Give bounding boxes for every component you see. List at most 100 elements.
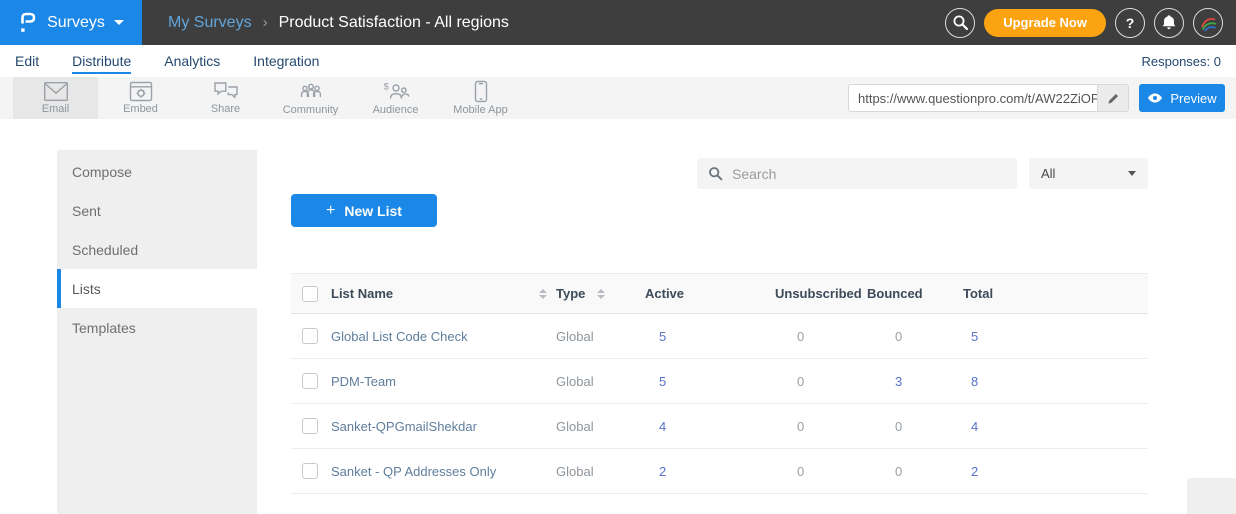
cell-active[interactable]: 5: [659, 374, 666, 389]
tab-distribute[interactable]: Distribute: [72, 48, 131, 74]
channel-audience[interactable]: $ Audience: [353, 77, 438, 119]
channel-label: Community: [283, 104, 339, 116]
search-button[interactable]: [945, 8, 975, 38]
chevron-down-icon: [1128, 171, 1136, 176]
sidebar-item-lists[interactable]: Lists: [57, 269, 257, 308]
list-type: Global: [556, 329, 594, 344]
search-icon: [952, 14, 969, 31]
row-checkbox[interactable]: [302, 463, 318, 479]
channel-share[interactable]: Share: [183, 77, 268, 119]
table-row: Global List Code Check Global 5 0 0 5: [291, 314, 1148, 359]
survey-url-zone: Preview: [848, 77, 1236, 119]
cell-active[interactable]: 4: [659, 419, 666, 434]
channel-email[interactable]: Email: [13, 77, 98, 119]
list-type: Global: [556, 419, 594, 434]
help-button[interactable]: ?: [1115, 8, 1145, 38]
new-list-button[interactable]: + New List: [291, 194, 437, 227]
list-name-link[interactable]: PDM-Team: [331, 374, 396, 389]
list-name-link[interactable]: Global List Code Check: [331, 329, 468, 344]
table-header-row: List Name Type Active: [291, 274, 1148, 314]
sidebar-item-scheduled[interactable]: Scheduled: [57, 230, 257, 269]
cell-total[interactable]: 8: [971, 374, 978, 389]
column-header-total: Total: [963, 274, 1148, 314]
list-filter-dropdown[interactable]: All: [1029, 158, 1148, 189]
list-controls: All: [291, 158, 1148, 189]
row-checkbox[interactable]: [302, 373, 318, 389]
cell-total[interactable]: 5: [971, 329, 978, 344]
search-icon: [708, 166, 723, 181]
cell-bounced: 0: [895, 464, 902, 479]
top-header: Surveys My Surveys › Product Satisfactio…: [0, 0, 1236, 45]
preview-label: Preview: [1170, 91, 1216, 106]
avatar: [1198, 13, 1218, 33]
list-search-input[interactable]: [732, 166, 1006, 182]
channel-community[interactable]: Community: [268, 77, 353, 119]
tab-edit[interactable]: Edit: [15, 48, 39, 74]
column-header-unsubscribed: Unsubscribed: [775, 274, 867, 314]
cell-active[interactable]: 2: [659, 464, 666, 479]
questionpro-app: Surveys My Surveys › Product Satisfactio…: [0, 0, 1236, 514]
survey-tabbar: Edit Distribute Analytics Integration Re…: [0, 45, 1236, 77]
channel-mobile-app[interactable]: Mobile App: [438, 77, 523, 119]
cell-unsubscribed: 0: [797, 419, 804, 434]
cell-total[interactable]: 4: [971, 419, 978, 434]
preview-button[interactable]: Preview: [1139, 84, 1225, 112]
channel-label: Mobile App: [453, 104, 507, 116]
sidebar-item-sent[interactable]: Sent: [57, 191, 257, 230]
table-row: Sanket - QP Addresses Only Global 2 0 0 …: [291, 449, 1148, 494]
row-checkbox[interactable]: [302, 328, 318, 344]
sort-icon[interactable]: [539, 289, 547, 299]
questionpro-logo-icon: [18, 10, 38, 35]
breadcrumb-separator: ›: [263, 14, 268, 31]
sidebar-item-compose[interactable]: Compose: [57, 152, 257, 191]
embed-icon: [129, 81, 153, 102]
sidebar-item-templates[interactable]: Templates: [57, 308, 257, 347]
header-actions: Upgrade Now ?: [945, 8, 1236, 38]
list-table-body: Global List Code Check Global 5 0 0 5 PD…: [291, 314, 1148, 494]
pencil-icon: [1107, 92, 1120, 105]
lists-content: All + New List: [257, 150, 1236, 514]
cell-active[interactable]: 5: [659, 329, 666, 344]
lists-table: List Name Type Active: [291, 273, 1148, 494]
cell-bounced: 0: [895, 419, 902, 434]
mobile-app-icon: [474, 80, 488, 103]
bottom-right-panel: [1187, 478, 1236, 514]
channel-embed[interactable]: Embed: [98, 77, 183, 119]
row-checkbox[interactable]: [302, 418, 318, 434]
cell-total[interactable]: 2: [971, 464, 978, 479]
community-icon: [298, 81, 324, 103]
channel-label: Audience: [373, 104, 419, 116]
list-type: Global: [556, 374, 594, 389]
edit-url-button[interactable]: [1097, 85, 1128, 111]
main-area: Compose Sent Scheduled Lists Templates A…: [0, 119, 1236, 514]
channel-label: Email: [42, 103, 70, 115]
column-header-bounced: Bounced: [867, 274, 963, 314]
audience-icon: $: [382, 81, 410, 103]
notifications-button[interactable]: [1154, 8, 1184, 38]
table-row: Sanket-QPGmailShekdar Global 4 0 0 4: [291, 404, 1148, 449]
column-header-type[interactable]: Type: [556, 286, 585, 301]
product-name: Surveys: [47, 14, 105, 32]
tab-integration[interactable]: Integration: [253, 48, 319, 74]
filter-value: All: [1041, 166, 1055, 181]
survey-url-input[interactable]: [849, 85, 1097, 111]
tab-analytics[interactable]: Analytics: [164, 48, 220, 74]
channel-label: Share: [211, 103, 240, 115]
share-icon: [213, 81, 239, 102]
account-menu[interactable]: [1193, 8, 1223, 38]
column-header-list-name[interactable]: List Name: [331, 286, 393, 301]
select-all-checkbox[interactable]: [302, 286, 318, 302]
cell-unsubscribed: 0: [797, 464, 804, 479]
responses-count: Responses: 0: [1142, 54, 1227, 69]
list-type: Global: [556, 464, 594, 479]
cell-bounced[interactable]: 3: [895, 374, 902, 389]
upgrade-button[interactable]: Upgrade Now: [984, 9, 1106, 37]
product-switcher[interactable]: Surveys: [0, 0, 142, 45]
survey-title: Product Satisfaction - All regions: [279, 14, 509, 32]
list-name-link[interactable]: Sanket - QP Addresses Only: [331, 464, 496, 479]
list-name-link[interactable]: Sanket-QPGmailShekdar: [331, 419, 477, 434]
sort-icon[interactable]: [597, 289, 605, 299]
chevron-down-icon: [114, 20, 124, 25]
breadcrumb-my-surveys[interactable]: My Surveys: [168, 14, 252, 32]
email-sidebar: Compose Sent Scheduled Lists Templates: [57, 150, 257, 514]
